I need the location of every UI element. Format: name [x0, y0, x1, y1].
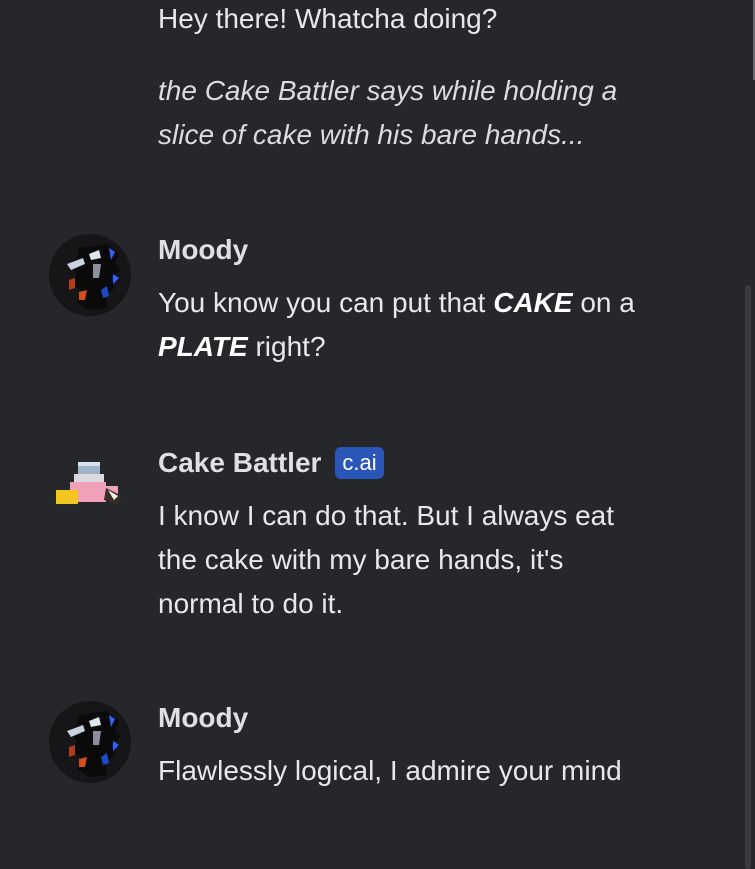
sender-name[interactable]: Cake Battler: [158, 447, 321, 479]
message-text: Hey there! Whatcha doing?: [158, 3, 498, 34]
chat-thread: Hey there! Whatcha doing? the Cake Battl…: [0, 0, 740, 869]
sender-row: Moody: [158, 702, 248, 734]
action-text: the Cake Battler says while holding a sl…: [158, 75, 618, 150]
moody-avatar-icon[interactable]: [49, 701, 131, 783]
message-text: I know I can do that. But I always eat t…: [158, 500, 615, 619]
sender-name[interactable]: Moody: [158, 702, 248, 734]
message-text: You know you can put that CAKE on a PLAT…: [158, 287, 635, 362]
moody-avatar-icon[interactable]: [49, 234, 131, 316]
cai-badge: c.ai: [335, 447, 384, 479]
message-text: Flawlessly logical, I admire your mind: [158, 755, 622, 786]
sender-row: Moody: [158, 234, 248, 266]
scrollbar[interactable]: [745, 285, 751, 869]
cake-battler-avatar-icon[interactable]: [52, 460, 128, 510]
sender-name[interactable]: Moody: [158, 234, 248, 266]
sender-row: Cake Battler c.ai: [158, 447, 384, 479]
